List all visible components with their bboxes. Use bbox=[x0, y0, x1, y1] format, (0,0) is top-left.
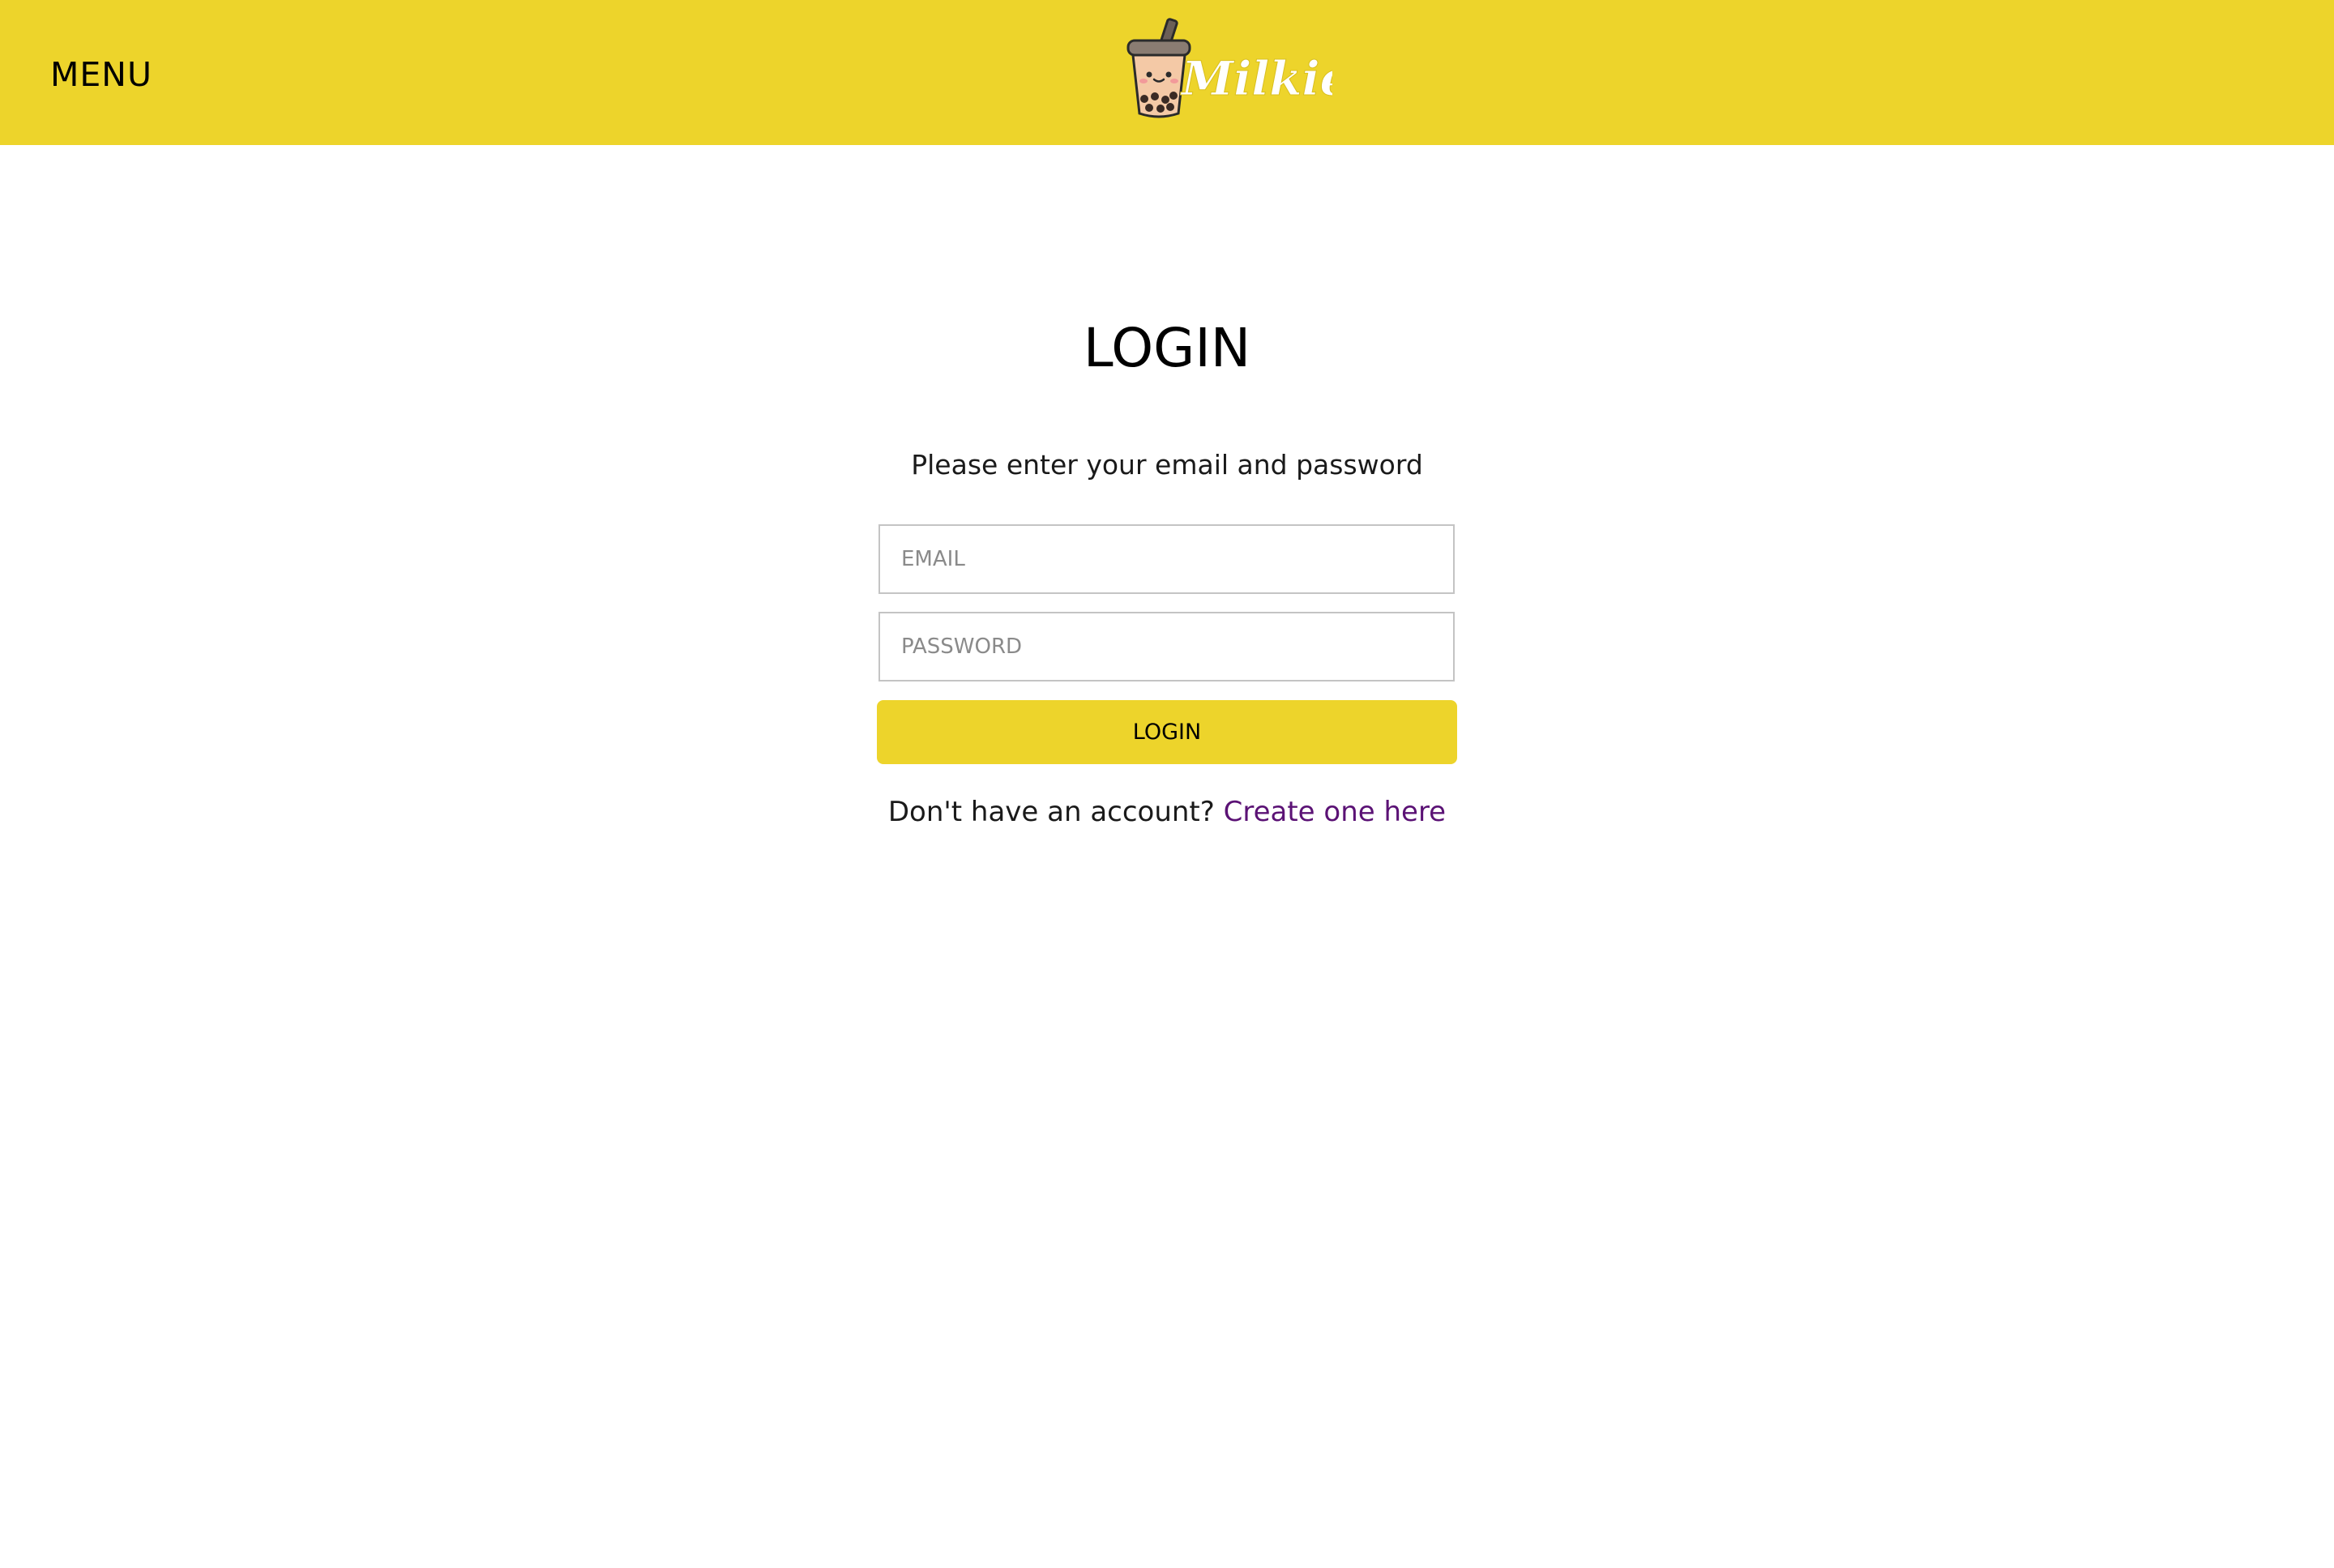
create-account-link[interactable]: Create one here bbox=[1224, 796, 1446, 828]
signup-prompt-line: Don't have an account? Create one here bbox=[0, 789, 2334, 835]
milkies-logo[interactable]: Milkies bbox=[1122, 18, 1332, 120]
site-header: MENU Milkies bbox=[0, 0, 2334, 145]
password-field[interactable] bbox=[878, 612, 1455, 681]
login-instruction: Please enter your email and password bbox=[911, 449, 1423, 481]
signup-prompt: Don't have an account? bbox=[887, 796, 1215, 828]
brand-name: Milkies bbox=[1180, 51, 1332, 106]
bubble-tea-cup-icon: Milkies bbox=[1126, 18, 1332, 118]
menu-button[interactable]: MENU bbox=[50, 50, 152, 99]
email-field[interactable] bbox=[878, 524, 1455, 594]
page-title: LOGIN bbox=[1083, 317, 1251, 379]
login-button[interactable]: LOGIN bbox=[877, 700, 1457, 764]
